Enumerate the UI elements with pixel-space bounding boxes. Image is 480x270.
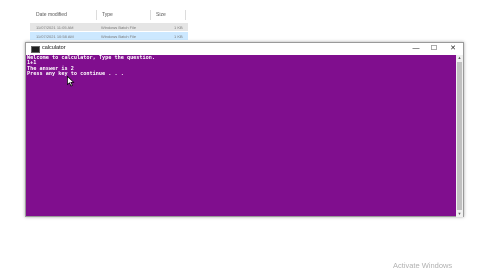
minimize-button[interactable]: —	[407, 43, 425, 55]
console-window[interactable]: calculator — ☐ ✕ Welcome to calculator, …	[25, 42, 464, 217]
file-size: 1 KB	[174, 25, 183, 30]
close-button[interactable]: ✕	[444, 43, 462, 55]
console-output[interactable]: Welcome to calculator, Type the question…	[26, 55, 456, 217]
file-type: Windows Batch File	[101, 25, 137, 30]
scroll-down-arrow-icon[interactable]: ▼	[456, 211, 463, 217]
console-line: Press any key to continue . . .	[27, 70, 124, 77]
title-bar[interactable]: calculator — ☐ ✕	[26, 43, 463, 55]
console-line: Welcome to calculator, Type the question…	[27, 55, 156, 61]
maximize-button[interactable]: ☐	[425, 43, 443, 55]
column-divider[interactable]	[150, 10, 151, 20]
file-row[interactable]: 11/07/2021 10:58 AM Windows Batch File 1…	[30, 32, 188, 40]
vertical-scrollbar[interactable]: ▲ ▼	[456, 55, 463, 217]
column-divider[interactable]	[96, 10, 97, 20]
file-type: Windows Batch File	[101, 34, 137, 39]
file-size: 1 KB	[174, 34, 183, 39]
window-title: calculator	[42, 45, 66, 51]
file-list-header: Date modified Type Size	[0, 0, 480, 22]
column-type[interactable]: Type	[102, 12, 113, 18]
column-size[interactable]: Size	[156, 12, 166, 18]
column-date-modified[interactable]: Date modified	[36, 12, 67, 18]
console-app-icon	[31, 46, 40, 53]
file-date: 11/07/2021 11:05 AM	[36, 25, 74, 30]
file-date: 11/07/2021 10:58 AM	[36, 34, 74, 39]
column-divider[interactable]	[185, 10, 186, 20]
file-row[interactable]: 11/07/2021 11:05 AM Windows Batch File 1…	[30, 23, 188, 31]
mouse-pointer-icon	[67, 76, 75, 87]
scroll-up-arrow-icon[interactable]: ▲	[456, 55, 463, 61]
activate-windows-watermark: Activate Windows	[393, 261, 453, 270]
scroll-thumb[interactable]	[457, 62, 462, 210]
